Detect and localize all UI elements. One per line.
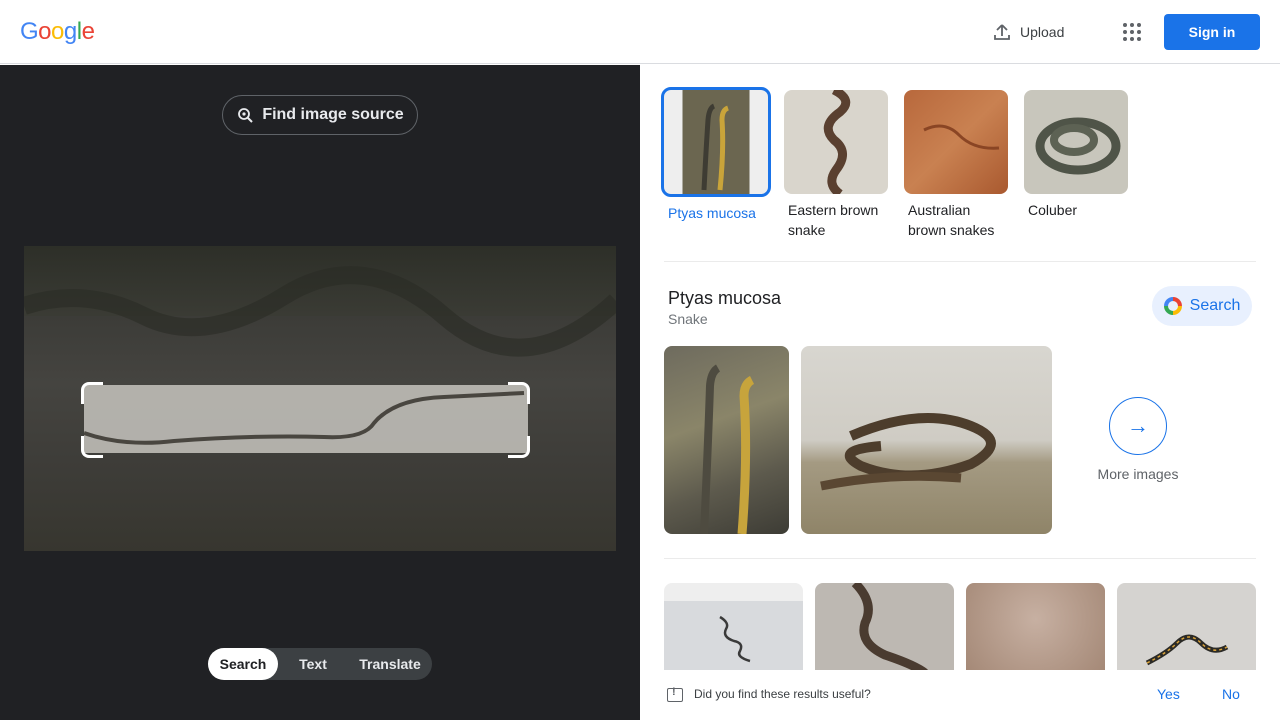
find-image-source-label: Find image source (262, 106, 404, 123)
sign-in-button[interactable]: Sign in (1164, 14, 1260, 50)
find-image-source-button[interactable]: Find image source (222, 95, 418, 135)
visual-matches-grid (664, 583, 1256, 673)
feedback-yes-button[interactable]: Yes (1157, 686, 1180, 702)
divider (664, 558, 1256, 559)
entity-label: Australian brown snakes (908, 202, 995, 238)
entity-label: Eastern brown snake (788, 202, 879, 238)
arrow-right-icon: → (1109, 397, 1167, 455)
google-search-button[interactable]: Search (1152, 286, 1252, 326)
entity-subtitle: Snake (668, 311, 708, 327)
query-image-panel: Find image source Search Text Translate (0, 65, 640, 720)
logo-letter: g (63, 18, 77, 45)
visual-match-image[interactable] (664, 583, 803, 673)
visual-match-image[interactable] (966, 583, 1105, 673)
entity-label: Coluber (1028, 202, 1078, 218)
feedback-no-button[interactable]: No (1222, 686, 1240, 702)
logo-letter: o (51, 18, 64, 45)
entity-chip[interactable]: Eastern brown snake (784, 90, 888, 240)
entity-thumbnail (1024, 90, 1128, 194)
logo-letter: o (38, 18, 52, 45)
visual-match-image[interactable] (815, 583, 954, 673)
entity-chip[interactable]: Coluber (1024, 90, 1128, 240)
more-images-label: More images (1097, 466, 1179, 482)
search-label: Search (1189, 297, 1241, 314)
entity-thumbnail (904, 90, 1008, 194)
entity-label: Ptyas mucosa (668, 205, 756, 221)
crop-handle-top-right[interactable] (508, 382, 530, 404)
logo-letter: G (20, 18, 39, 45)
mode-text-tab[interactable]: Text (278, 648, 348, 680)
upload-icon (994, 24, 1010, 40)
google-logo[interactable]: Google (20, 18, 95, 46)
visual-match-image[interactable] (1117, 583, 1256, 673)
result-image[interactable] (801, 346, 1052, 534)
feedback-question: Did you find these results useful? (694, 687, 871, 701)
mode-translate-tab[interactable]: Translate (348, 648, 432, 680)
crop-selection[interactable] (83, 385, 528, 453)
crop-handle-top-left[interactable] (81, 382, 103, 404)
mode-search-tab[interactable]: Search (208, 648, 278, 680)
entity-chip[interactable]: Australian brown snakes (904, 90, 1008, 240)
entity-title: Ptyas mucosa (668, 288, 782, 308)
logo-letter: e (81, 18, 95, 45)
divider (664, 261, 1256, 262)
mode-switcher: Search Text Translate (208, 648, 432, 680)
crop-handle-bottom-left[interactable] (81, 436, 103, 458)
upload-label: Upload (1020, 24, 1065, 40)
top-bar: Google Upload Sign in (0, 0, 1280, 64)
lens-search-icon (238, 108, 254, 123)
feedback-icon (667, 686, 683, 702)
apps-grid-icon[interactable] (1120, 20, 1144, 44)
upload-button[interactable]: Upload (992, 20, 1064, 44)
entity-thumbnail (661, 87, 771, 197)
more-images-button[interactable]: → More images (1096, 397, 1180, 482)
entity-thumbnail (784, 90, 888, 194)
google-g-icon (1163, 297, 1182, 315)
related-entities: Ptyas mucosa Eastern brown snake Austral… (661, 87, 1128, 240)
feedback-bar: Did you find these results useful? Yes N… (640, 670, 1280, 720)
entity-chip[interactable]: Ptyas mucosa (661, 87, 771, 240)
crop-handle-bottom-right[interactable] (508, 436, 530, 458)
result-image[interactable] (664, 346, 789, 534)
results-panel: Ptyas mucosa Eastern brown snake Austral… (640, 65, 1280, 720)
